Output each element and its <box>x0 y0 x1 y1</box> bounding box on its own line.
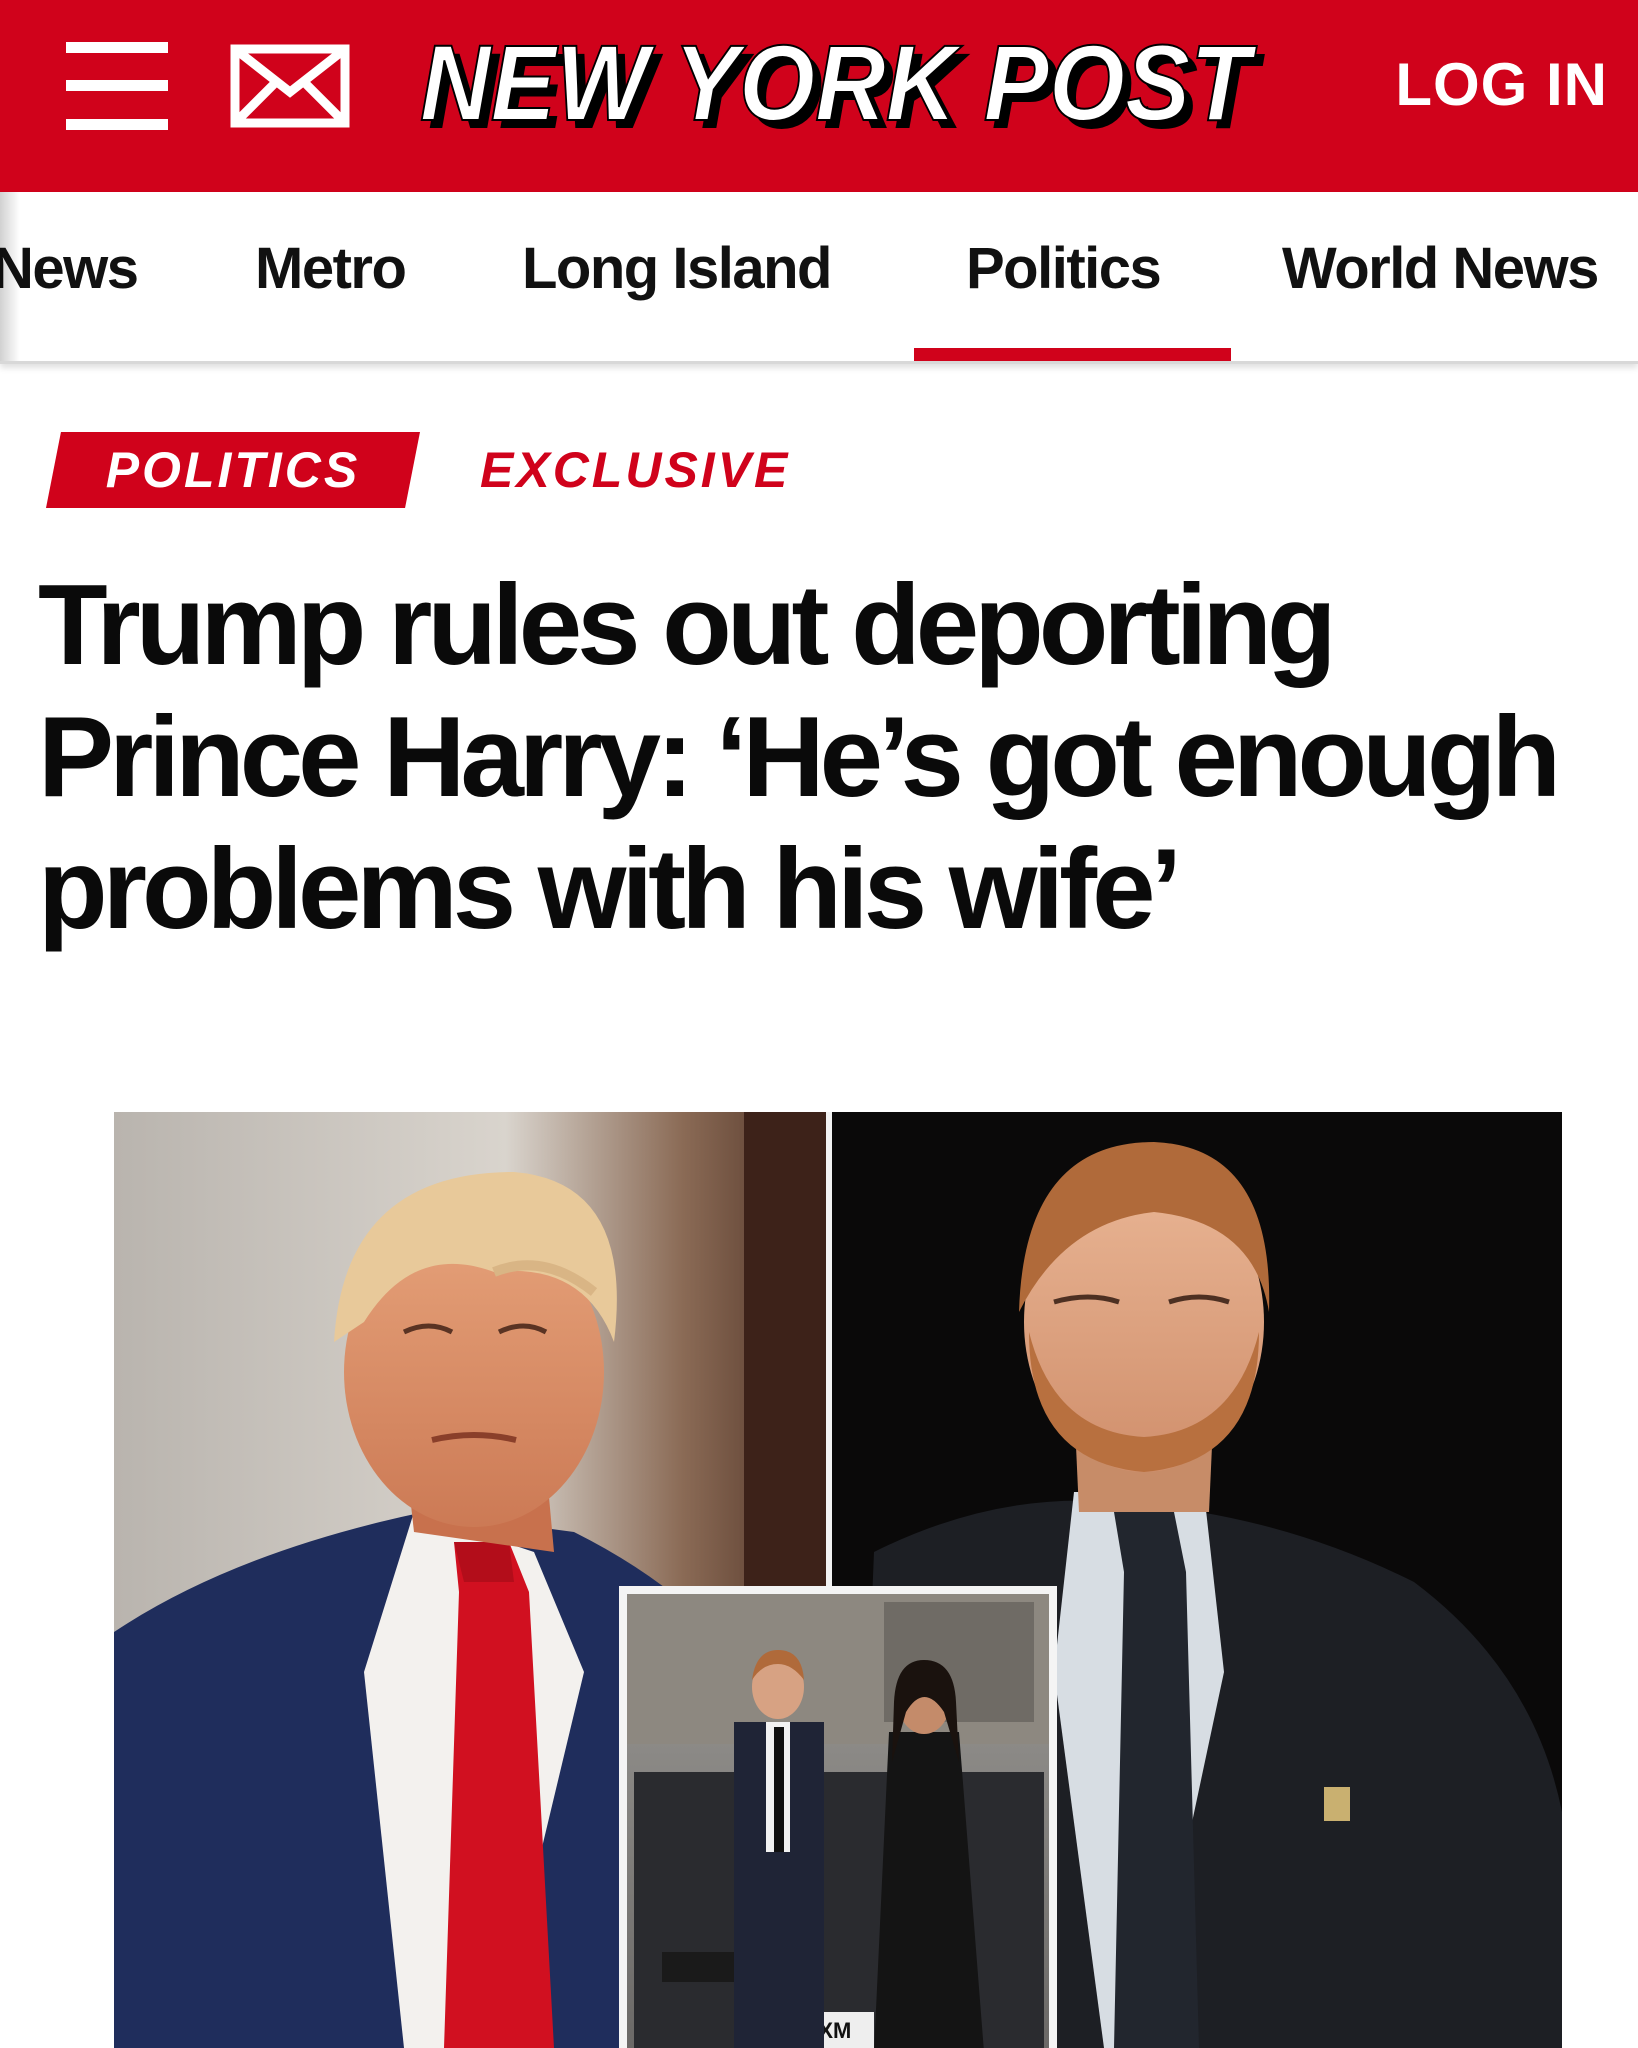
nav-item-long-island[interactable]: Long Island <box>522 234 832 304</box>
login-button[interactable]: LOG IN <box>1395 50 1608 120</box>
hamburger-menu-icon[interactable] <box>66 42 168 130</box>
active-nav-indicator <box>914 348 1231 361</box>
nav-item-politics[interactable]: Politics <box>966 234 1162 304</box>
nav-item-news[interactable]: News <box>0 234 139 304</box>
nav-item-metro[interactable]: Metro <box>255 234 407 304</box>
envelope-icon[interactable] <box>230 44 350 128</box>
section-tag[interactable]: POLITICS <box>46 432 420 508</box>
nav-scroll-fade <box>0 192 20 361</box>
hero-image-illustration: 2 LXM <box>114 1112 1562 2048</box>
article-headline: Trump rules out deporting Prince Harry: … <box>38 562 1561 953</box>
exclusive-tag: EXCLUSIVE <box>480 442 791 498</box>
site-header: NEW YORK POST NEW YORK POST LOG IN <box>0 0 1638 192</box>
nav-item-world-news[interactable]: World News <box>1282 234 1599 304</box>
article-hero-image[interactable]: 2 LXM <box>114 1112 1562 2048</box>
section-nav: News Metro Long Island Politics World Ne… <box>0 192 1638 364</box>
site-logo[interactable]: NEW YORK POST NEW YORK POST <box>412 14 1272 164</box>
logo-text: NEW YORK POST <box>420 22 1257 143</box>
